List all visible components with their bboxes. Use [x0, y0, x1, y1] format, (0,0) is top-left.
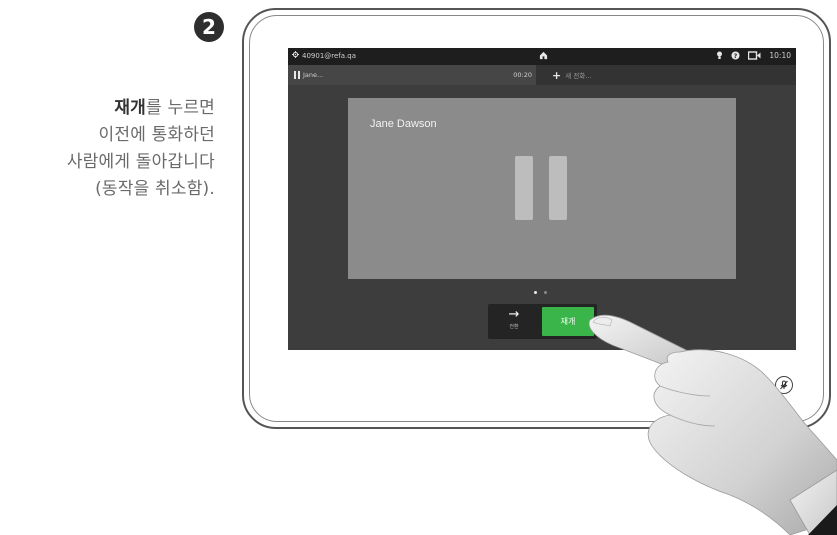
instruction-line4: (동작을 취소함).	[95, 179, 215, 199]
caller-name: Jane Dawson	[370, 118, 437, 130]
page-dot	[544, 291, 547, 294]
transfer-button[interactable]: → 전환	[491, 307, 537, 336]
call-bar: Jane... 00:20 + 새 전화...	[288, 65, 796, 85]
gear-icon[interactable]	[292, 51, 299, 58]
instruction-line2: 이전에 통화하던	[98, 125, 215, 145]
pause-icon	[294, 71, 300, 79]
camera-icon[interactable]	[748, 51, 761, 60]
page-dot-active	[534, 291, 537, 294]
lightbulb-icon[interactable]	[716, 51, 723, 60]
call-timer: 00:20	[513, 71, 532, 79]
home-icon[interactable]	[539, 51, 548, 60]
step-number-badge: 2	[194, 12, 224, 42]
instruction-bold-term: 재개	[114, 98, 147, 118]
svg-text:?: ?	[734, 53, 738, 60]
status-bar: 40901@refa.qa ? 10:10	[288, 48, 796, 65]
instruction-line1: 를 누르면	[146, 98, 215, 118]
instruction-text: 재개를 누르면 이전에 통화하던 사람에게 돌아갑니다 (동작을 취소함).	[0, 95, 215, 203]
new-call-label: 새 전화...	[565, 72, 592, 80]
help-icon[interactable]: ?	[731, 51, 740, 60]
instruction-line3: 사람에게 돌아갑니다	[66, 152, 215, 172]
transfer-label: 전환	[509, 324, 519, 330]
active-call-name: Jane...	[303, 71, 324, 79]
active-call-tab[interactable]: Jane... 00:20	[288, 65, 536, 85]
paused-video-panel: Jane Dawson	[348, 98, 736, 279]
pointing-hand-illustration	[588, 314, 837, 535]
sip-address: 40901@refa.qa	[302, 52, 357, 60]
new-call-button[interactable]: + 새 전화...	[552, 68, 592, 82]
clock: 10:10	[769, 51, 791, 60]
pause-icon	[515, 156, 567, 220]
status-right-cluster: ? 10:10	[716, 51, 791, 60]
page-indicator	[534, 291, 547, 294]
plus-icon: +	[552, 68, 562, 82]
arrow-right-icon: →	[508, 307, 520, 322]
